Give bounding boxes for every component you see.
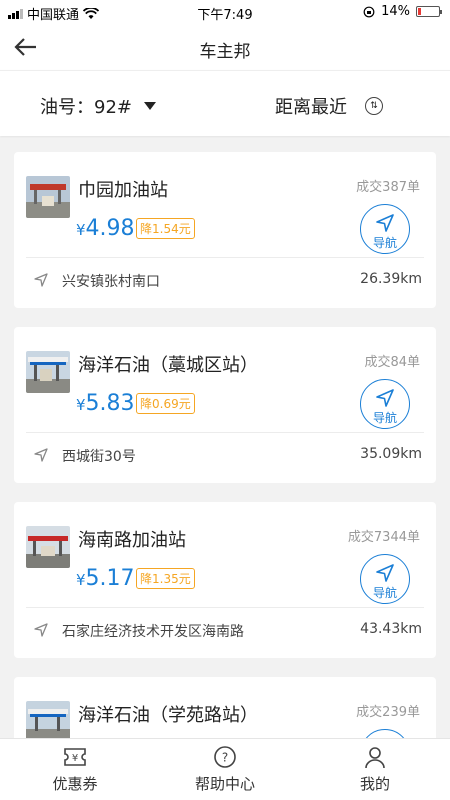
navigate-button[interactable]: 导航 — [360, 379, 410, 429]
price-value: 5.83 — [85, 391, 135, 416]
station-name: 海洋石油（学苑路站） — [78, 705, 258, 726]
help-icon: ? — [214, 746, 236, 768]
station-name: 海洋石油（藁城区站） — [78, 355, 258, 376]
station-card[interactable]: 海南路加油站 成交7344单 ¥5.17 降1.35元 导航 石家庄经济技术开发… — [14, 502, 436, 658]
coupon-icon: ¥ — [64, 748, 86, 766]
station-card[interactable]: 巾园加油站 成交387单 ¥4.98 降1.54元 导航 兴安镇张村南口 26.… — [14, 152, 436, 308]
svg-text:?: ? — [222, 751, 228, 765]
station-price: ¥4.98 — [76, 216, 135, 241]
station-card[interactable]: 海洋石油（藁城区站） 成交84单 ¥5.83 降0.69元 导航 西城街30号 … — [14, 327, 436, 483]
battery-icon — [416, 6, 442, 17]
currency-symbol: ¥ — [76, 396, 86, 414]
sort-icon: ⇅ — [365, 97, 383, 115]
station-thumbnail — [26, 176, 70, 218]
filter-bar: 油号：92# 距离最近 ⇅ — [0, 70, 450, 136]
navigate-label: 导航 — [372, 236, 397, 250]
station-name: 海南路加油站 — [78, 530, 186, 551]
station-address: 西城街30号 — [62, 449, 136, 465]
bottom-tab-bar: ¥ 优惠券 ? 帮助中心 我的 — [0, 738, 450, 800]
navigate-button[interactable]: 导航 — [360, 204, 410, 254]
currency-symbol: ¥ — [76, 571, 86, 589]
chevron-down-icon — [144, 102, 156, 110]
station-distance: 35.09km — [360, 446, 422, 462]
tab-label: 帮助中心 — [194, 775, 255, 793]
navigation-arrow-icon — [376, 214, 394, 232]
discount-badge: 降0.69元 — [136, 393, 195, 414]
battery-area: 14% — [363, 4, 442, 19]
rotation-lock-icon — [363, 6, 375, 17]
nav-bar: 车主邦 — [0, 24, 450, 70]
divider — [26, 607, 424, 608]
discount-badge: 降1.35元 — [136, 568, 195, 589]
divider — [26, 257, 424, 258]
user-icon — [365, 747, 385, 769]
navigation-arrow-icon — [376, 389, 394, 407]
station-distance: 26.39km — [360, 271, 422, 287]
tab-label: 我的 — [359, 775, 390, 793]
divider — [26, 432, 424, 433]
location-arrow-icon — [34, 623, 48, 637]
sort-label: 距离最近 — [275, 97, 347, 118]
tab-profile[interactable]: 我的 — [315, 745, 435, 794]
discount-badge: 降1.54元 — [136, 218, 195, 239]
navigate-button[interactable]: 导航 — [360, 554, 410, 604]
station-price: ¥5.17 — [76, 566, 135, 591]
station-thumbnail — [26, 701, 70, 743]
status-bar: 中国联通 下午7:49 14% — [0, 0, 450, 24]
tab-label: 优惠券 — [52, 775, 98, 793]
tab-coupons[interactable]: ¥ 优惠券 — [15, 745, 135, 794]
price-value: 4.98 — [85, 216, 135, 241]
station-price: ¥5.83 — [76, 391, 135, 416]
navigate-label: 导航 — [372, 411, 397, 425]
page-title: 车主邦 — [199, 42, 251, 62]
location-arrow-icon — [34, 273, 48, 287]
location-arrow-icon — [34, 448, 48, 462]
deal-count: 成交84单 — [364, 355, 420, 370]
navigate-label: 导航 — [372, 586, 397, 600]
deal-count: 成交239单 — [356, 705, 420, 720]
station-address: 石家庄经济技术开发区海南路 — [62, 624, 244, 640]
fuel-type-label: 油号：92# — [40, 97, 132, 118]
station-name: 巾园加油站 — [78, 180, 168, 201]
sort-select[interactable]: 距离最近 ⇅ — [275, 93, 383, 119]
deal-count: 成交387单 — [356, 180, 420, 195]
battery-percent: 14% — [381, 4, 410, 19]
station-thumbnail — [26, 526, 70, 568]
station-address: 兴安镇张村南口 — [62, 274, 160, 290]
tab-help-center[interactable]: ? 帮助中心 — [165, 745, 285, 794]
station-distance: 43.43km — [360, 621, 422, 637]
station-thumbnail — [26, 351, 70, 393]
currency-symbol: ¥ — [76, 221, 86, 239]
fuel-type-select[interactable]: 油号：92# — [40, 93, 156, 119]
svg-text:¥: ¥ — [72, 753, 78, 764]
navigation-arrow-icon — [376, 564, 394, 582]
price-value: 5.17 — [85, 566, 135, 591]
deal-count: 成交7344单 — [347, 530, 420, 545]
